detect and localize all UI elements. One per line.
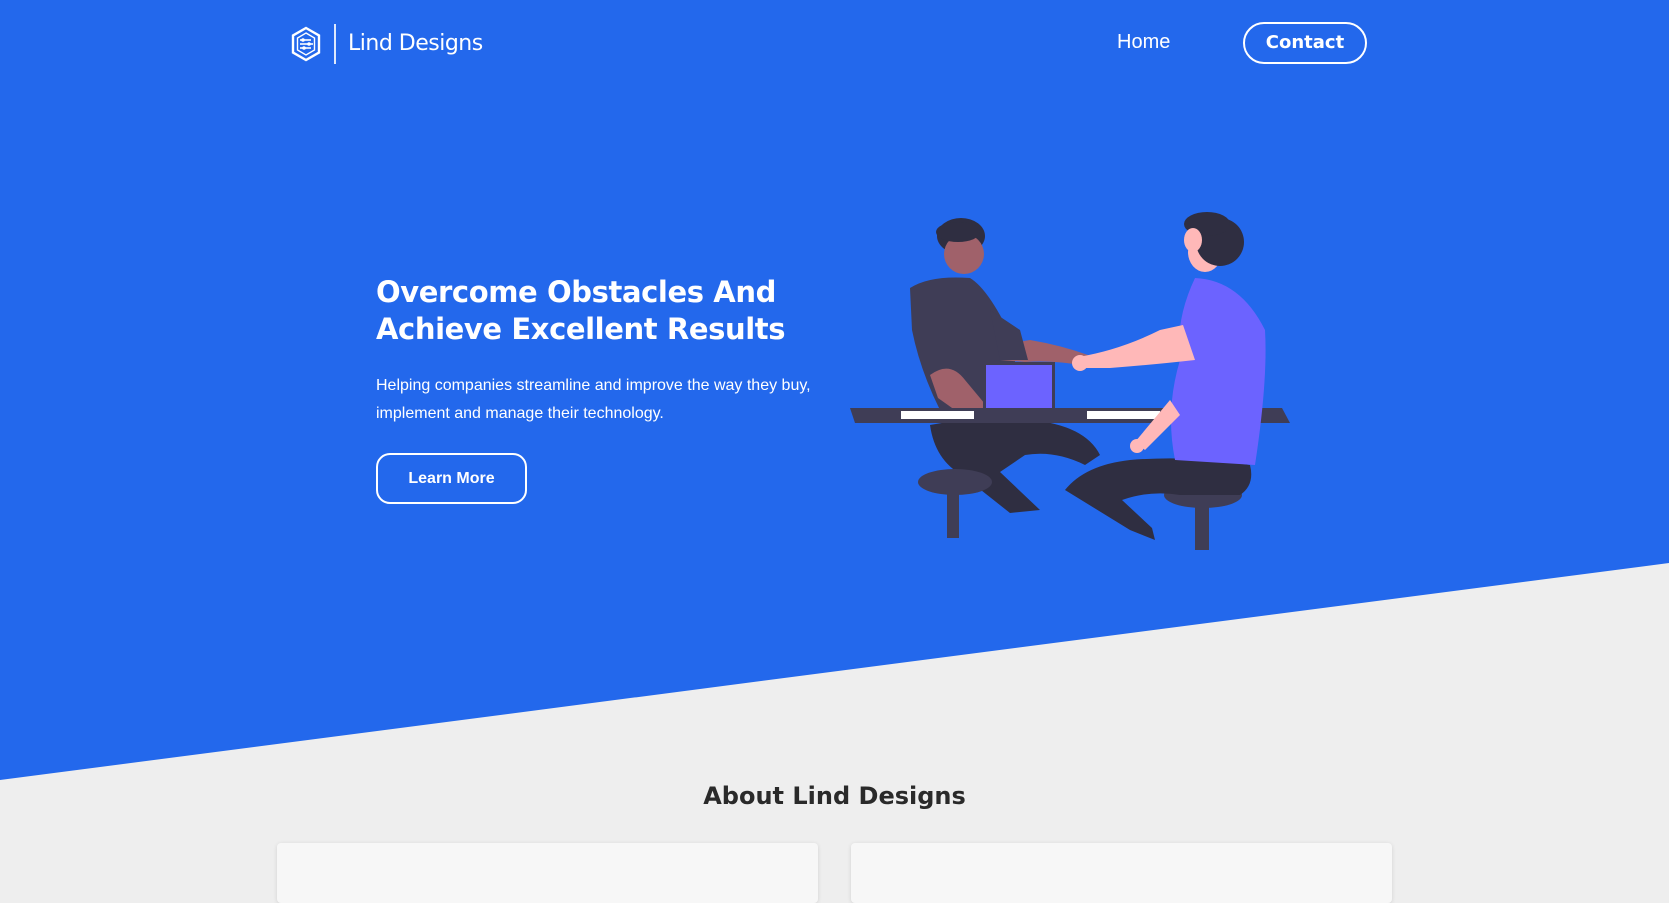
- handshake-illustration: [850, 212, 1290, 550]
- hexagon-logo-icon: [291, 26, 321, 62]
- hero-subtitle-line-2: implement and manage their technology.: [376, 405, 664, 422]
- hero-subtitle: Helping companies streamline and improve…: [376, 372, 836, 428]
- about-section-title: About Lind Designs: [703, 782, 966, 810]
- hero-title-line-2: Achieve Excellent Results: [376, 312, 786, 346]
- learn-more-button[interactable]: Learn More: [376, 453, 527, 504]
- contact-button[interactable]: Contact: [1243, 22, 1367, 64]
- nav-home-link[interactable]: Home: [1117, 31, 1170, 54]
- brand-name: Lind Designs: [348, 31, 483, 56]
- hero-title-line-1: Overcome Obstacles And: [376, 275, 776, 309]
- logo-divider: [334, 24, 336, 64]
- hero-background: [0, 0, 1669, 780]
- hero-title: Overcome Obstacles And Achieve Excellent…: [376, 274, 836, 348]
- brand-logo[interactable]: Lind Designs: [290, 23, 483, 65]
- top-navbar: Lind Designs Home Contact: [0, 0, 1669, 88]
- hero-subtitle-line-1: Helping companies streamline and improve…: [376, 377, 811, 394]
- about-card-left: [277, 843, 818, 903]
- about-card-right: [851, 843, 1392, 903]
